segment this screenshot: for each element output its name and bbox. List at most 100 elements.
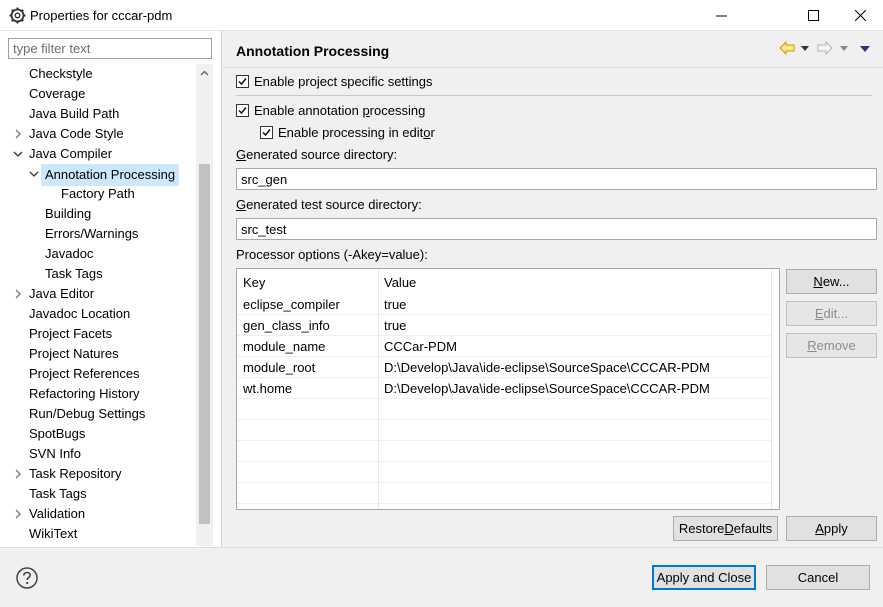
tree-item-label: Checkstyle [29, 66, 93, 81]
chevron-right-icon[interactable] [13, 469, 23, 479]
back-arrow-icon[interactable] [779, 41, 795, 55]
tree-item[interactable]: Validation [0, 504, 196, 524]
tree-item[interactable]: WikiText [0, 524, 196, 544]
view-menu-icon[interactable] [860, 46, 870, 52]
table-row[interactable]: gen_class_info true [237, 315, 771, 336]
chevron-down-icon[interactable] [29, 169, 39, 179]
chevron-down-icon[interactable] [13, 149, 23, 159]
restore-defaults-button[interactable]: Restore Defaults [673, 516, 778, 541]
forward-dropdown-icon[interactable] [840, 46, 848, 51]
tree-item[interactable]: Refactoring History [0, 384, 196, 404]
scrollbar-thumb[interactable] [199, 164, 210, 524]
cell-key: eclipse_compiler [243, 297, 340, 312]
maximize-button[interactable] [790, 0, 836, 31]
close-icon [854, 10, 866, 21]
forward-arrow-icon[interactable] [817, 41, 833, 55]
eclipse-gear-icon [9, 7, 26, 24]
tree-item[interactable]: Project Natures [0, 344, 196, 364]
generated-source-input[interactable] [236, 168, 877, 190]
back-dropdown-icon[interactable] [801, 46, 809, 51]
edit-button[interactable]: Edit... [786, 301, 877, 326]
cell-value: true [384, 318, 407, 333]
remove-button[interactable]: Remove [786, 333, 877, 358]
tree-item-label: Project Facets [29, 326, 113, 341]
table-row[interactable] [237, 462, 771, 483]
cancel-button[interactable]: Cancel [766, 565, 870, 590]
tree-item[interactable]: SVN Info [0, 444, 196, 464]
table-row[interactable] [237, 399, 771, 420]
tree-item[interactable]: Java Build Path [0, 104, 196, 124]
table-row[interactable]: module_root D:\Develop\Java\ide-eclipse\S… [237, 357, 771, 378]
checkbox-box[interactable] [260, 125, 273, 139]
tree-item-label: WikiText [29, 526, 78, 541]
new-button[interactable]: New... [786, 269, 877, 294]
chevron-right-icon[interactable] [13, 129, 23, 139]
dialog-button-bar: Apply and Close Cancel [0, 547, 883, 607]
column-header-value[interactable]: Value [378, 271, 771, 294]
tree-item-label: Building [45, 206, 92, 221]
tree-item[interactable]: Java Editor [0, 284, 196, 304]
enable-processing-in-editor-checkbox[interactable]: Enable processing in editor [260, 123, 435, 141]
tree-item-label: Java Build Path [29, 106, 120, 121]
tree-item[interactable]: Coverage [0, 84, 196, 104]
tree-item[interactable]: Task Tags [0, 484, 196, 504]
tree-item[interactable]: Checkstyle [0, 64, 196, 84]
scroll-up-icon[interactable] [199, 68, 210, 79]
help-icon[interactable] [16, 567, 38, 589]
column-header-key[interactable]: Key [237, 271, 378, 294]
filter-input[interactable] [8, 38, 212, 59]
enable-project-specific-checkbox[interactable]: Enable project specific settings [236, 72, 433, 90]
tree-item-label: Java Compiler [29, 146, 113, 161]
tree-item-label: Task Tags [45, 266, 103, 281]
tree-item[interactable]: Errors/Warnings [0, 224, 196, 244]
tree-item[interactable]: Java Code Style [0, 124, 196, 144]
tree-item[interactable]: Task Tags [0, 264, 196, 284]
table-row[interactable] [237, 483, 771, 504]
chevron-right-icon[interactable] [13, 289, 23, 299]
category-tree: Checkstyle Coverage Java Build Path Java Co… [0, 64, 196, 544]
table-row[interactable]: eclipse_compiler true [237, 294, 771, 315]
cell-value: CCCar-PDM [384, 339, 457, 354]
checkbox-box[interactable] [236, 74, 249, 88]
generated-test-source-input[interactable] [236, 218, 877, 240]
table-row[interactable] [237, 420, 771, 441]
column-divider[interactable] [771, 269, 772, 509]
checkbox-box[interactable] [236, 103, 249, 117]
processor-options-table[interactable]: Key Value eclipse_compiler true gen_class_in… [236, 268, 780, 510]
tree-item-label: Java Code Style [29, 126, 124, 141]
cell-key [237, 399, 378, 420]
enable-annotation-processing-checkbox[interactable]: Enable annotation processing [236, 101, 425, 119]
tree-item[interactable]: Run/Debug Settings [0, 404, 196, 424]
table-row[interactable]: wt.home D:\Develop\Java\ide-eclipse\Sourc… [237, 378, 771, 399]
cell-key [237, 441, 378, 462]
tree-item[interactable]: Javadoc [0, 244, 196, 264]
tree-item[interactable]: Project Facets [0, 324, 196, 344]
tree-item[interactable]: SpotBugs [0, 424, 196, 444]
tree-scrollbar[interactable] [196, 64, 213, 573]
cell-key [237, 483, 378, 504]
table-row[interactable] [237, 441, 771, 462]
tree-item[interactable]: Factory Path [0, 184, 196, 204]
cell-key: module_name [243, 339, 326, 354]
tree-item[interactable]: Building [0, 204, 196, 224]
column-divider[interactable] [378, 269, 379, 509]
tree-item[interactable]: Task Repository [0, 464, 196, 484]
check-icon [262, 128, 271, 136]
minimize-button[interactable] [698, 0, 744, 31]
tree-item-label: Factory Path [61, 186, 135, 201]
table-header-row: Key Value [237, 271, 771, 294]
processor-options-label: Processor options (-Akey=value): [236, 247, 428, 262]
tree-item[interactable]: Annotation Processing [0, 164, 196, 186]
page-title: Annotation Processing [236, 43, 390, 59]
cell-key: gen_class_info [243, 318, 330, 333]
tree-item[interactable]: Javadoc Location [0, 304, 196, 324]
tree-item[interactable]: Project References [0, 364, 196, 384]
minimize-icon [715, 15, 727, 17]
table-row[interactable]: module_name CCCar-PDM [237, 336, 771, 357]
tree-item[interactable]: Java Compiler [0, 144, 196, 164]
close-button[interactable] [837, 0, 883, 31]
tree-item-label: Project Natures [29, 346, 119, 361]
apply-and-close-button[interactable]: Apply and Close [652, 565, 756, 590]
chevron-right-icon[interactable] [13, 509, 23, 519]
apply-button[interactable]: Apply [786, 516, 877, 541]
